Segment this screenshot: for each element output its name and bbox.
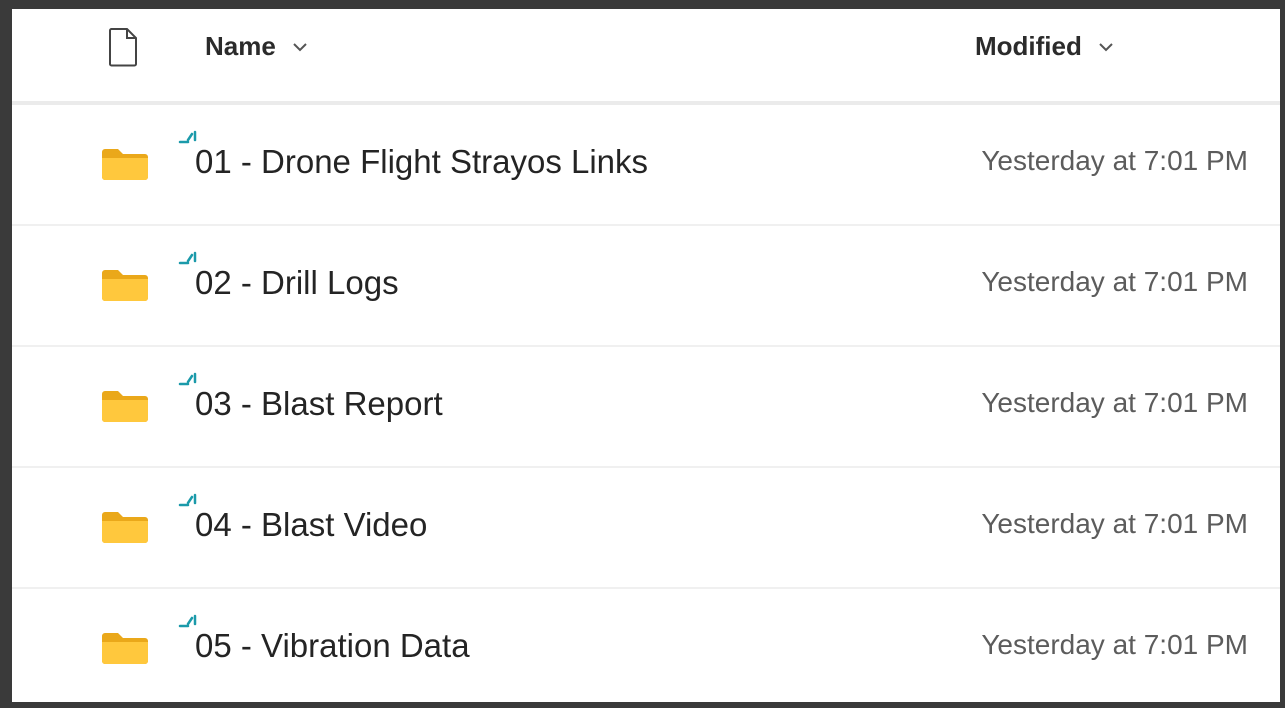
modified-date: Yesterday at 7:01 PM [981,145,1248,176]
file-list-panel: Name Modified 01 - Drone Flight Strayos … [12,9,1280,702]
modified-date: Yesterday at 7:01 PM [981,508,1248,539]
list-header: Name Modified [12,9,1280,105]
folder-icon [102,270,148,301]
folder-name[interactable]: 02 - Drill Logs [195,264,399,302]
chevron-down-icon[interactable] [1098,42,1114,52]
folder-icon [102,512,148,543]
modified-column-header[interactable]: Modified [975,31,1114,62]
folder-icon [102,149,148,180]
file-list: 01 - Drone Flight Strayos Links Yesterda… [12,105,1280,708]
list-item[interactable]: 01 - Drone Flight Strayos Links Yesterda… [12,105,1280,226]
modified-date: Yesterday at 7:01 PM [981,266,1248,297]
name-column-header[interactable]: Name [205,31,308,62]
modified-date: Yesterday at 7:01 PM [981,387,1248,418]
name-column-label: Name [205,31,276,61]
list-item[interactable]: 04 - Blast Video Yesterday at 7:01 PM [12,468,1280,589]
list-item[interactable]: 03 - Blast Report Yesterday at 7:01 PM [12,347,1280,468]
chevron-down-icon[interactable] [292,42,308,52]
folder-name[interactable]: 04 - Blast Video [195,506,427,544]
list-item[interactable]: 05 - Vibration Data Yesterday at 7:01 PM [12,589,1280,708]
modified-date: Yesterday at 7:01 PM [981,629,1248,660]
file-icon[interactable] [107,27,139,67]
folder-icon [102,391,148,422]
list-item[interactable]: 02 - Drill Logs Yesterday at 7:01 PM [12,226,1280,347]
folder-name[interactable]: 05 - Vibration Data [195,627,470,665]
folder-icon [102,633,148,664]
modified-column-label: Modified [975,31,1082,61]
folder-name[interactable]: 01 - Drone Flight Strayos Links [195,143,648,181]
folder-name[interactable]: 03 - Blast Report [195,385,443,423]
